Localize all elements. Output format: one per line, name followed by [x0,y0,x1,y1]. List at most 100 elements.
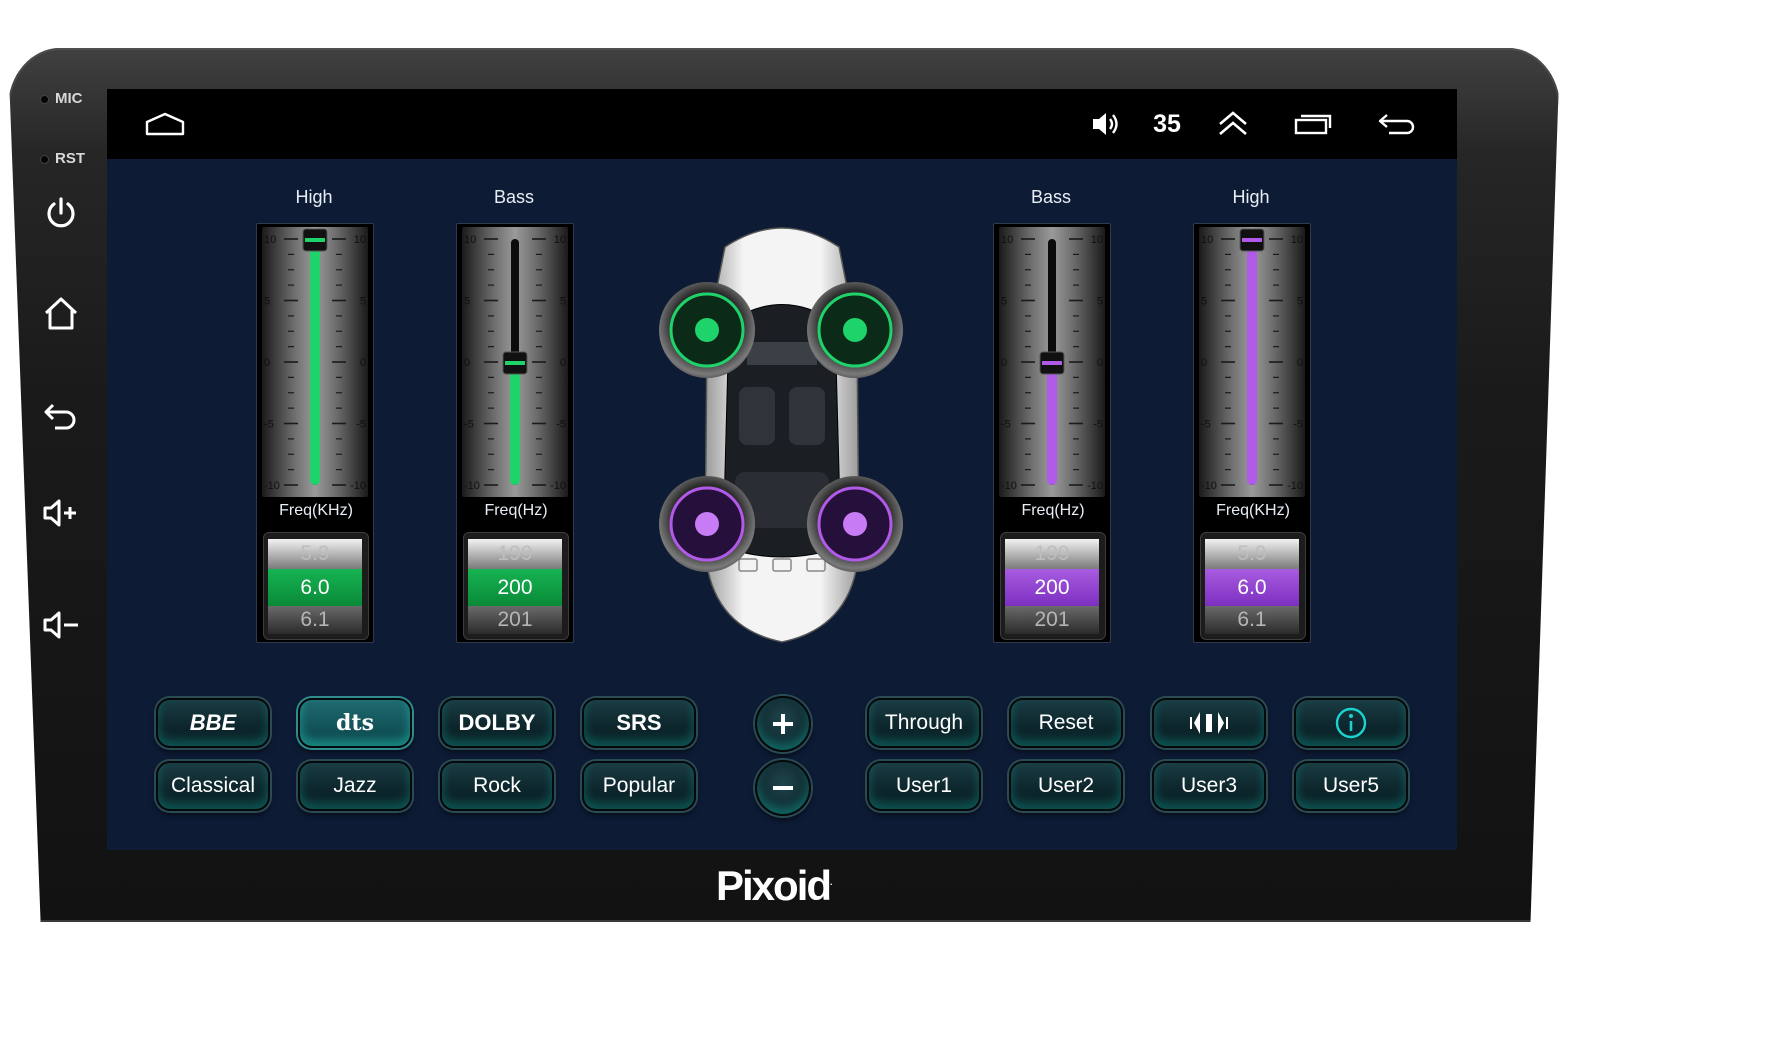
eq-scale-label: -10 [1287,480,1303,492]
eq-picker-prev[interactable]: 199 [1005,539,1099,569]
bbe-button[interactable]: BBE [156,698,270,748]
user1-button[interactable]: User1 [867,761,981,811]
eq-scale-label: 0 [1097,357,1103,369]
eq-scale-label: 0 [1201,357,1207,369]
mic-text: MIC [55,90,83,107]
surround-button[interactable] [1152,698,1266,748]
srs-logo: SRS [616,710,662,735]
user5-button[interactable]: User5 [1294,761,1408,811]
eq-scale-label: 0 [264,357,270,369]
preset-jazz-button[interactable]: Jazz [298,761,412,811]
info-button[interactable] [1294,698,1408,748]
dolby-button[interactable]: DOLBY [440,698,554,748]
eq-frequency-picker[interactable]: 199 200 201 [1000,532,1106,640]
speaker-rear-right[interactable] [807,476,903,572]
eq-knob-indicator [1242,238,1262,242]
eq-level-fill [510,362,520,485]
eq-scale-label: 5 [464,296,470,308]
eq-scale-label: -10 [1001,480,1017,492]
eq-level-fill [1247,239,1257,485]
eq-scale-label: 5 [1097,296,1103,308]
eq-frequency-picker[interactable]: 199 200 201 [463,532,569,640]
eq-channel-title: Bass [1030,187,1072,207]
nav-back-button[interactable] [1375,104,1419,144]
speaker-button[interactable] [1089,104,1123,144]
dts-button[interactable]: dts [298,698,412,748]
power-button[interactable] [38,190,84,236]
eq-scale-label: 0 [560,357,566,369]
volume-down-icon [43,611,78,639]
home-outline-icon [145,112,185,136]
back-button[interactable] [38,392,84,438]
speaker-front-right[interactable] [807,282,903,378]
eq-picker-prev[interactable]: 5.9 [1205,539,1299,569]
eq-picker-current: 200 [468,569,562,606]
through-button[interactable]: Through [867,698,981,748]
eq-scale-label: 10 [1291,234,1303,246]
eq-slider-track[interactable]: 10 10 5 5 0 0 -5 -5 -10 -10 [1199,227,1305,497]
eq-slider-panel: 10 10 5 5 0 0 -5 -5 -10 -10 Freq(Hz) 199 200 201 [456,223,574,643]
minus-button[interactable] [755,760,811,816]
minus-icon [773,786,793,790]
speaker-rear-left[interactable] [659,476,755,572]
eq-scale-label: 5 [1001,296,1007,308]
eq-frequency-picker[interactable]: 5.9 6.0 6.1 [1200,532,1306,640]
preset-label: Popular [602,774,676,797]
speaker-front-left[interactable] [659,282,755,378]
home-button[interactable] [38,290,84,336]
eq-picker-prev[interactable]: 5.9 [268,539,362,569]
eq-scale-label: -10 [464,480,480,492]
preset-label: Classical [170,774,256,797]
eq-scale-label: -10 [264,480,280,492]
eq-picker-next[interactable]: 201 [1005,606,1099,634]
eq-scale-label: 5 [1297,296,1303,308]
eq-scale-label: 10 [464,234,476,246]
volume-down-button[interactable] [38,602,84,648]
nav-home-button[interactable] [143,104,187,144]
eq-channel-4: High 10 10 5 5 0 0 -5 -5 -10 -10 Freq(KHz) 5.9 6.0 6.1 [1192,187,1311,643]
eq-scale-label: -5 [1001,419,1011,431]
mic-label: MIC [40,90,83,107]
eq-channel-title: High [295,187,333,207]
eq-level-fill [1047,362,1057,485]
eq-frequency-picker[interactable]: 5.9 6.0 6.1 [263,532,369,640]
eq-slider-track[interactable]: 10 10 5 5 0 0 -5 -5 -10 -10 [262,227,368,497]
expand-button[interactable] [1213,104,1253,144]
eq-picker-next[interactable]: 6.1 [268,606,362,634]
brand-logo: Pixoid. [716,862,833,910]
eq-slider-track[interactable]: 10 10 5 5 0 0 -5 -5 -10 -10 [462,227,568,497]
info-icon [1335,707,1367,739]
user3-button[interactable]: User3 [1152,761,1266,811]
eq-picker-next[interactable]: 6.1 [1205,606,1299,634]
eq-knob-indicator [305,238,325,242]
eq-scale-label: -10 [1087,480,1103,492]
eq-knob-indicator [1042,361,1062,365]
srs-button[interactable]: SRS [582,698,696,748]
eq-scale-graphic: 10 10 5 5 0 0 -5 -5 -10 -10 [264,228,366,492]
eq-slider-panel: 10 10 5 5 0 0 -5 -5 -10 -10 Freq(Hz) 199 200 201 [993,223,1111,643]
reset-button[interactable]: Reset [1009,698,1123,748]
preset-rock-button[interactable]: Rock [440,761,554,811]
volume-level-text: 35 [1153,109,1181,138]
user2-button[interactable]: User2 [1009,761,1123,811]
preset-popular-button[interactable]: Popular [582,761,696,811]
preset-classical-button[interactable]: Classical [156,761,270,811]
eq-scale-label: 10 [1201,234,1213,246]
home-icon [44,297,78,330]
eq-picker-current: 6.0 [268,569,362,606]
eq-freq-label: Freq(KHz) [1216,502,1290,519]
preset-label: Jazz [333,774,377,797]
eq-scale-label: -5 [1093,419,1103,431]
volume-level: 35 [1147,104,1187,144]
rst-label[interactable]: RST [40,150,85,167]
user-label: User1 [895,774,953,797]
volume-up-button[interactable] [38,490,84,536]
dolby-logo: DOLBY [458,710,536,735]
reset-hole[interactable] [40,154,49,164]
eq-picker-prev[interactable]: 199 [468,539,562,569]
eq-scale-label: 10 [354,234,366,246]
recent-apps-button[interactable] [1291,104,1335,144]
plus-button[interactable] [755,696,811,752]
eq-picker-next[interactable]: 201 [468,606,562,634]
eq-slider-track[interactable]: 10 10 5 5 0 0 -5 -5 -10 -10 [999,227,1105,497]
